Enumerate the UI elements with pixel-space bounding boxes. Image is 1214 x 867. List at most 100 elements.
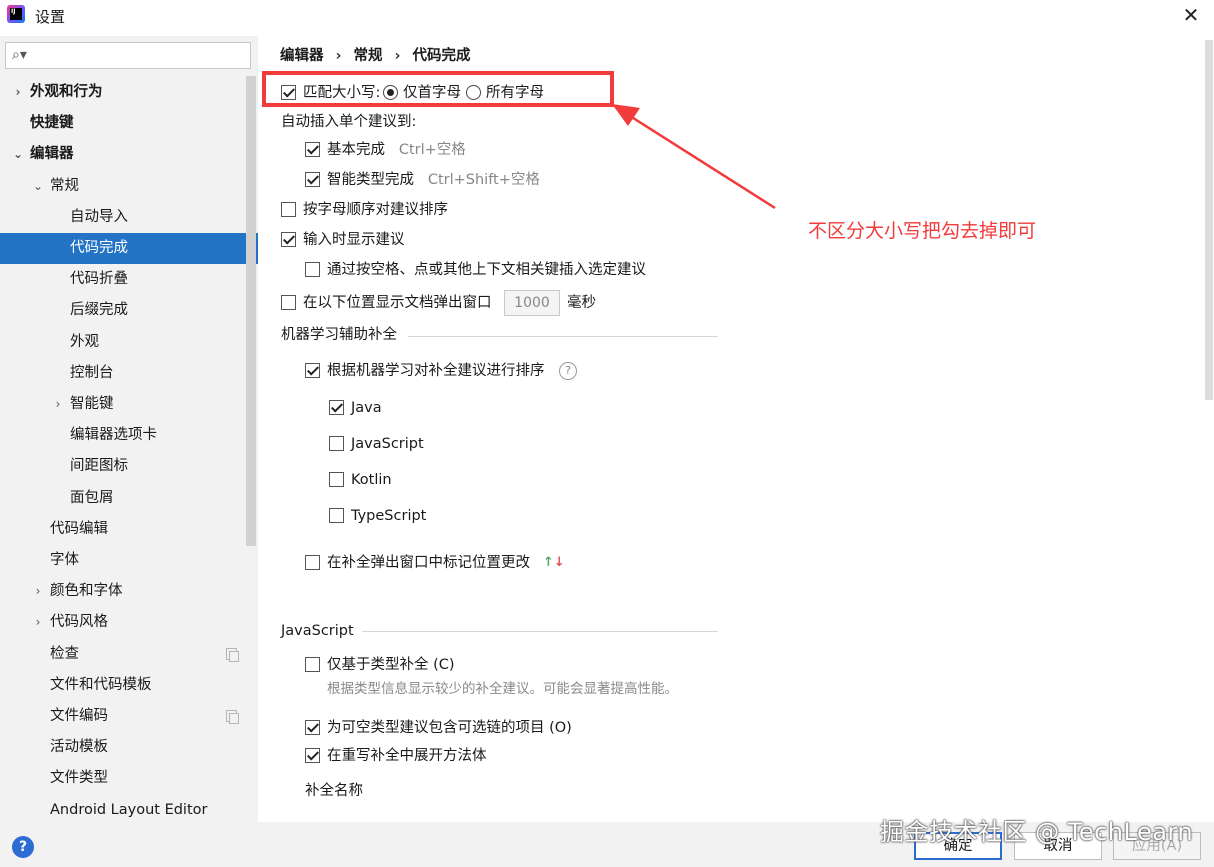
ml-typescript-checkbox[interactable] (329, 508, 344, 523)
breadcrumb-code-completion: 代码完成 (412, 48, 471, 64)
sidebar-item[interactable]: › 智能键 (0, 389, 246, 420)
sidebar-item-label: 文件和代码模板 (50, 676, 152, 693)
chevron-down-icon[interactable]: ⌄ (12, 139, 24, 170)
annotation-arrow-line (629, 114, 776, 210)
sidebar-item-label: 常规 (50, 177, 79, 194)
insert-on-space-checkbox[interactable] (305, 262, 320, 277)
sidebar-item[interactable]: 活动模板 (0, 732, 246, 763)
doc-popup-delay-input[interactable]: 1000 (504, 290, 560, 316)
smart-completion-checkbox[interactable] (305, 172, 320, 187)
main-scrollbar[interactable] (1205, 40, 1213, 400)
search-field[interactable]: ⌕▾ (5, 42, 251, 69)
sidebar-item[interactable]: 检查 (0, 639, 246, 670)
show-on-type-label: 输入时显示建议 (303, 232, 405, 248)
sidebar-item-label: 字体 (50, 552, 79, 568)
js-expand-methods-label: 在重写补全中展开方法体 (327, 748, 487, 764)
sidebar-item[interactable]: › 外观和行为 (0, 77, 246, 108)
search-input[interactable] (36, 45, 246, 65)
ml-javascript-checkbox[interactable] (329, 436, 344, 451)
ml-java-checkbox[interactable] (329, 400, 344, 415)
sidebar-item-label: 代码风格 (50, 614, 108, 631)
sidebar-item[interactable]: 间距图标 (0, 451, 246, 482)
basic-completion-checkbox[interactable] (305, 142, 320, 157)
basic-completion-label: 基本完成 Ctrl+空格 (327, 139, 466, 161)
arrow-up-icon: ↑ (543, 555, 554, 570)
js-expand-methods-checkbox[interactable] (305, 748, 320, 763)
highlight-box (262, 71, 614, 107)
breadcrumb-general[interactable]: 常规 (353, 48, 382, 64)
ml-sort-label: 根据机器学习对补全建议进行排序 (327, 363, 545, 379)
doc-popup-checkbox[interactable] (281, 295, 296, 310)
sidebar-item-label: 外观 (70, 333, 99, 350)
sidebar-item[interactable]: › 代码风格 (0, 607, 246, 638)
breadcrumb-editor[interactable]: 编辑器 (280, 48, 324, 64)
sidebar-item[interactable]: 控制台 (0, 358, 246, 389)
chevron-right-icon[interactable]: › (32, 607, 44, 638)
show-on-type-checkbox[interactable] (281, 232, 296, 247)
sidebar-item[interactable]: Android Layout Editor (0, 795, 246, 822)
sidebar-item[interactable]: 代码折叠 (0, 264, 246, 295)
js-section-title: JavaScript (281, 623, 354, 639)
sidebar-item[interactable]: 面包屑 (0, 483, 246, 514)
help-button[interactable]: ? (12, 836, 34, 858)
sidebar-scrollbar[interactable] (246, 76, 256, 546)
chevron-right-icon[interactable]: › (52, 389, 64, 420)
logo-text: IJ (10, 8, 22, 20)
sidebar-item[interactable]: › 颜色和字体 (0, 576, 246, 607)
sidebar-item-label: 后缀完成 (70, 302, 128, 319)
sidebar-item[interactable]: 文件和代码模板 (0, 670, 246, 701)
sidebar-item-label: 智能键 (70, 396, 114, 412)
sidebar-item-label: 检查 (50, 645, 79, 662)
breadcrumb-separator-icon: › (394, 48, 401, 64)
sidebar-item[interactable]: 代码编辑 (0, 514, 246, 545)
sort-alpha-checkbox[interactable] (281, 202, 296, 217)
sidebar-item-label: 文件类型 (50, 770, 108, 787)
breadcrumb: 编辑器 › 常规 › 代码完成 (280, 44, 470, 65)
sidebar-item-label: 代码折叠 (70, 271, 128, 288)
watermark: 掘金技术社区 @ TechLearn (880, 818, 1194, 846)
sidebar-item-label: 颜色和字体 (50, 583, 123, 600)
sidebar-item-label: 代码编辑 (50, 520, 108, 537)
sidebar-item-label: 间距图标 (70, 458, 128, 475)
ml-sort-checkbox[interactable] (305, 363, 320, 378)
sidebar-item[interactable]: 文件类型 (0, 763, 246, 794)
sidebar-item[interactable]: 编辑器选项卡 (0, 420, 246, 451)
smart-completion-label: 智能类型完成 Ctrl+Shift+空格 (327, 169, 540, 191)
sidebar-item-label: 自动导入 (70, 208, 128, 225)
sidebar-item[interactable]: ⌄ 编辑器 (0, 139, 246, 170)
sidebar-item-label: 控制台 (70, 364, 114, 381)
ml-section-divider (408, 336, 718, 337)
ml-javascript-label: JavaScript (351, 436, 424, 452)
sidebar-item-label: 外观和行为 (30, 84, 103, 100)
sidebar-item-label: 编辑器选项卡 (70, 427, 157, 444)
chevron-right-icon[interactable]: › (32, 576, 44, 607)
sidebar-item[interactable]: 自动导入 (0, 202, 246, 233)
js-type-only-hint: 根据类型信息显示较少的补全建议。可能会显著提高性能。 (327, 681, 678, 697)
ml-java-label: Java (351, 400, 382, 416)
breadcrumb-separator-icon: › (335, 48, 342, 64)
basic-completion-shortcut: Ctrl+空格 (398, 142, 466, 158)
sidebar-item-label: 代码完成 (70, 240, 128, 256)
chevron-right-icon[interactable]: › (12, 77, 24, 108)
sort-arrows-icon: ↑↓ (543, 555, 565, 570)
sidebar-item[interactable]: 代码完成 (0, 233, 258, 264)
sidebar-item[interactable]: ⌄ 常规 (0, 171, 246, 202)
ml-kotlin-checkbox[interactable] (329, 472, 344, 487)
sidebar-item[interactable]: 外观 (0, 327, 246, 358)
help-circle-icon[interactable]: ? (559, 362, 577, 380)
chevron-down-icon[interactable]: ⌄ (32, 171, 44, 202)
js-type-only-checkbox[interactable] (305, 657, 320, 672)
sidebar-item[interactable]: 文件编码 (0, 701, 246, 732)
intellij-logo-icon: IJ (7, 5, 25, 23)
sidebar-item[interactable]: 快捷键 (0, 108, 246, 139)
mark-position-label: 在补全弹出窗口中标记位置更改 (327, 555, 530, 571)
js-optional-chain-checkbox[interactable] (305, 720, 320, 735)
sidebar-item[interactable]: 后缀完成 (0, 295, 246, 326)
close-button[interactable]: ✕ (1180, 4, 1202, 26)
project-copy-icon (226, 710, 239, 724)
completion-names-heading: 补全名称 (305, 783, 363, 799)
mark-position-checkbox[interactable] (305, 555, 320, 570)
settings-sidebar: ⌕▾ › 外观和行为快捷键 ⌄ 编辑器 ⌄ 常规自动导入代码完成代码折叠后缀完成外观控制台… (0, 36, 258, 822)
sidebar-item[interactable]: 字体 (0, 545, 246, 576)
js-type-only-label: 仅基于类型补全 (C) (327, 657, 455, 673)
